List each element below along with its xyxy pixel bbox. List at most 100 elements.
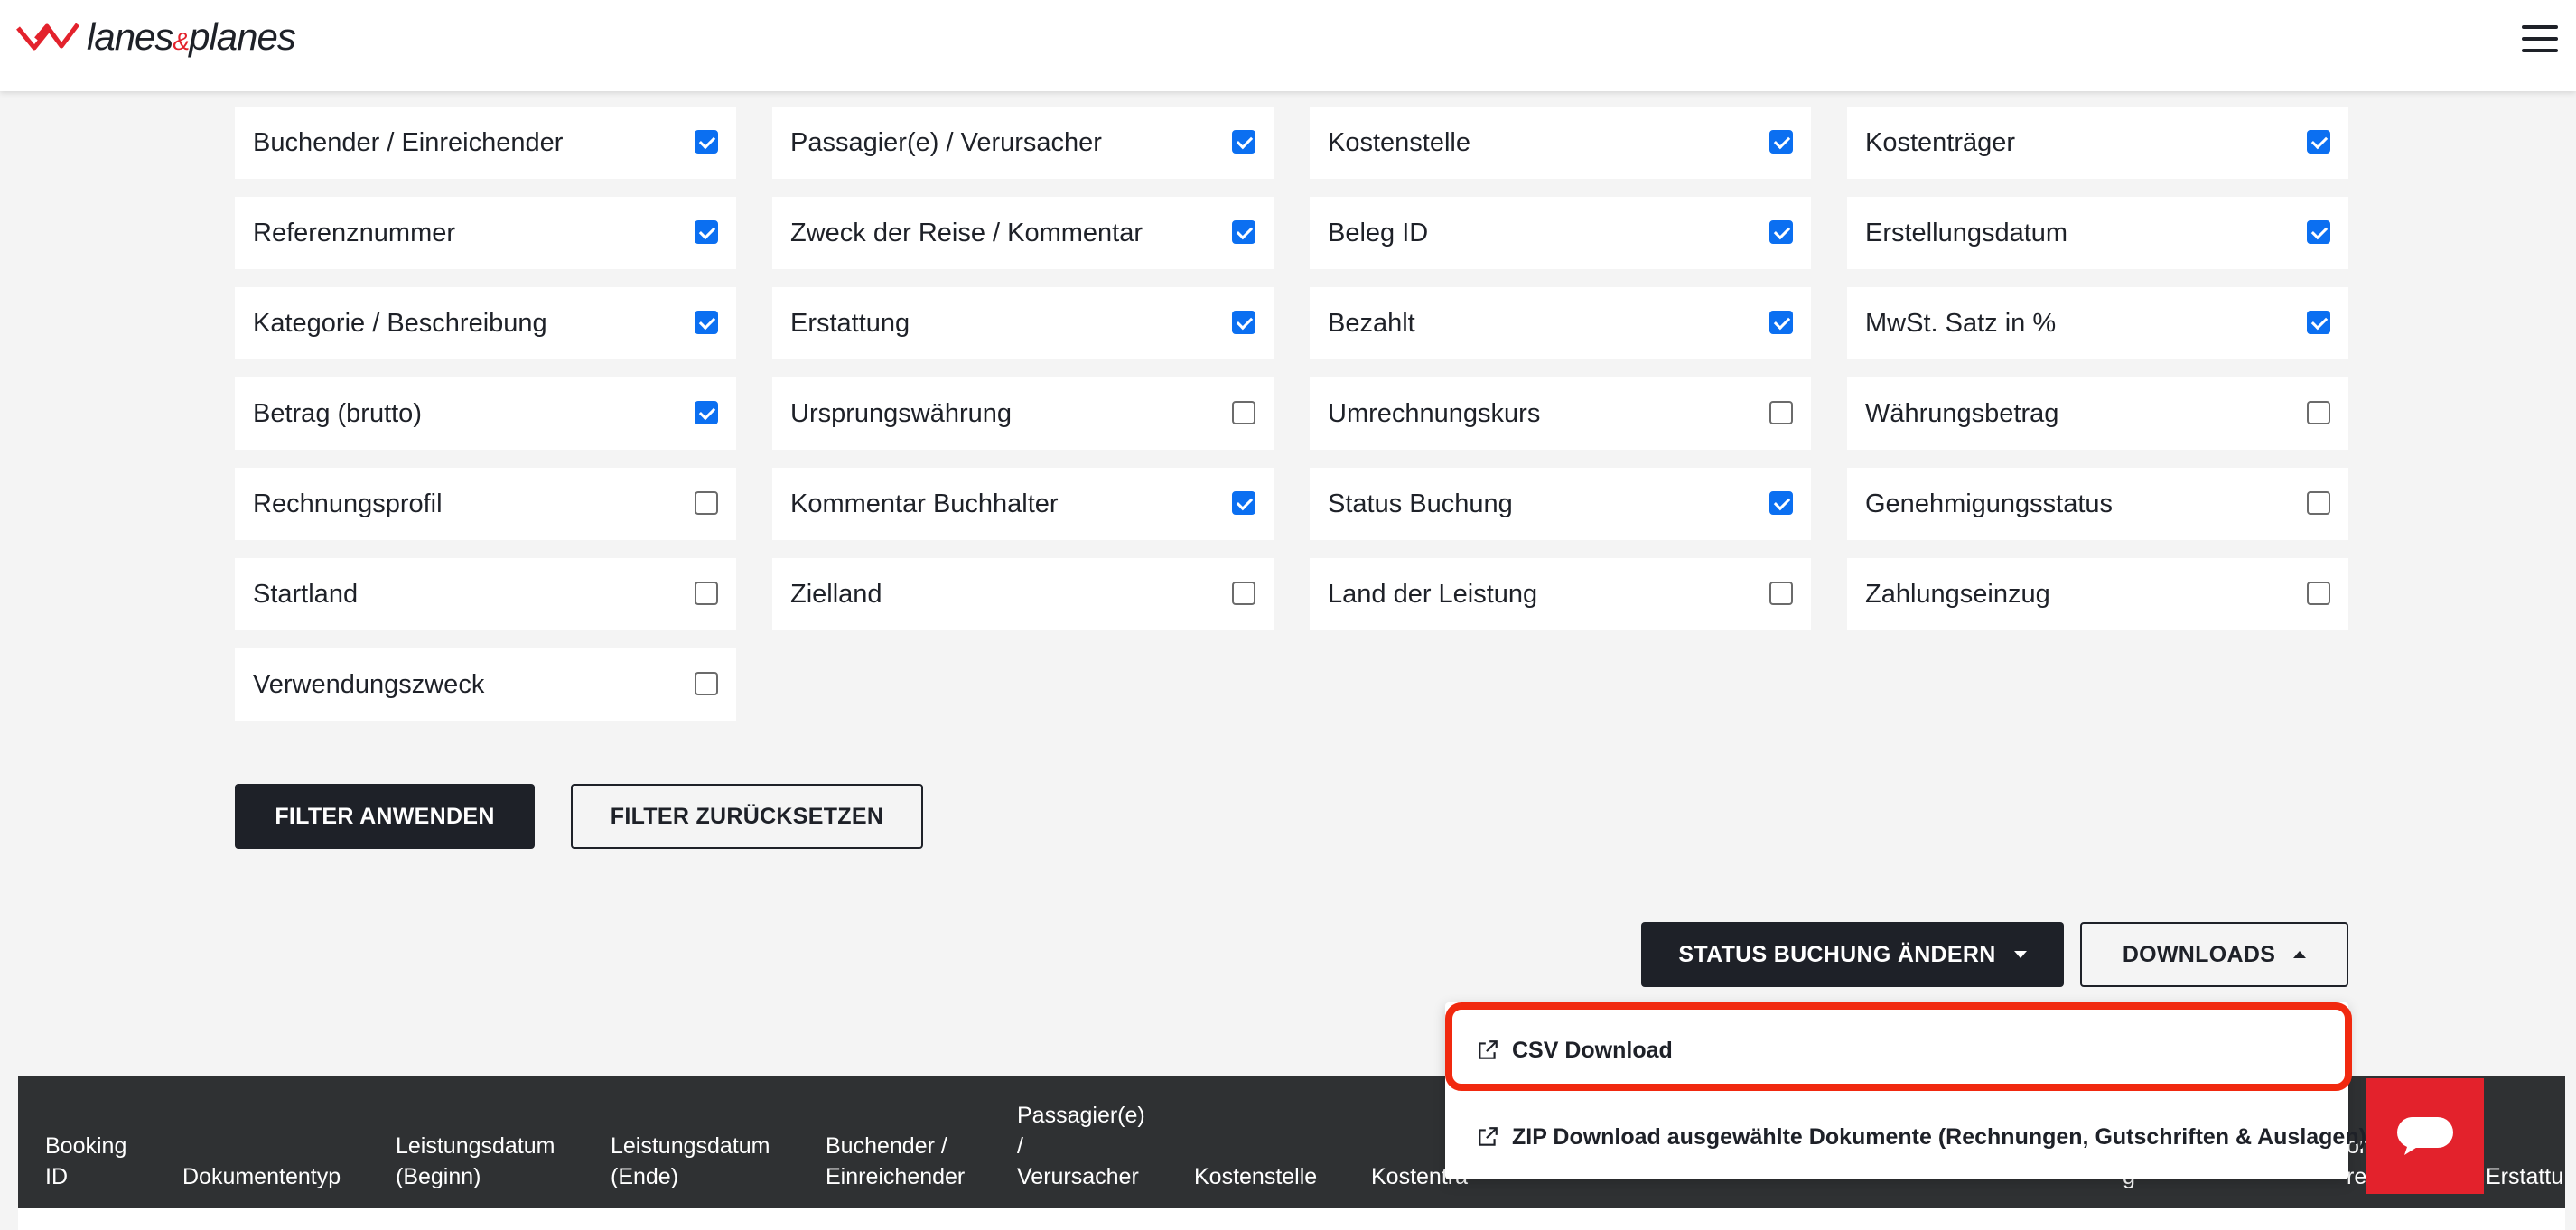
column-option-checkbox[interactable] (695, 672, 718, 695)
logo-wings-icon (16, 23, 79, 51)
column-header-dokumententyp[interactable]: Dokumententyp (182, 1161, 341, 1192)
column-header-buchender[interactable]: Buchender / Einreichender (826, 1131, 965, 1192)
external-link-icon (1476, 1125, 1499, 1149)
column-option-checkbox[interactable] (1232, 582, 1255, 605)
csv-download-label: CSV Download (1512, 1037, 1673, 1063)
downloads-dropdown-menu: CSV Download ZIP Download ausgewählte Do… (1445, 1002, 2366, 1179)
column-option-label: Rechnungsprofil (253, 489, 443, 518)
column-option-checkbox[interactable] (1769, 401, 1793, 424)
csv-download-menu-item[interactable]: CSV Download (1445, 1015, 2348, 1086)
caret-down-icon (2013, 951, 2027, 958)
column-option[interactable]: Status Buchung (1310, 468, 1811, 540)
column-header-booking-id[interactable]: Booking ID (45, 1131, 126, 1192)
column-option-label: Bezahlt (1328, 308, 1415, 338)
column-option-label: Startland (253, 579, 359, 609)
column-option-checkbox[interactable] (2307, 130, 2330, 154)
column-option[interactable]: Erstellungsdatum (1847, 197, 2348, 269)
column-option-label: Buchender / Einreichender (253, 127, 564, 157)
column-option-label: Kategorie / Beschreibung (253, 308, 547, 338)
column-option-label: Passagier(e) / Verursacher (790, 127, 1102, 157)
column-option[interactable]: Zielland (772, 558, 1274, 630)
column-option-label: Kostenträger (1865, 127, 2016, 157)
column-option-checkbox[interactable] (695, 401, 718, 424)
lanes-and-planes-logo[interactable]: lanes&planes (16, 13, 296, 61)
zip-download-menu-item[interactable]: ZIP Download ausgewählte Dokumente (Rech… (1445, 1102, 2366, 1172)
column-option-label: Status Buchung (1328, 489, 1513, 518)
column-option-label: Kommentar Buchhalter (790, 489, 1059, 518)
change-booking-status-label: STATUS BUCHUNG ÄNDERN (1678, 941, 1996, 967)
column-option[interactable]: Buchender / Einreichender (235, 107, 736, 179)
external-link-icon (1476, 1039, 1499, 1062)
column-header-leistungsdatum-ende[interactable]: Leistungsdatum (Ende) (611, 1131, 770, 1192)
reset-filter-button[interactable]: FILTER ZURÜCKSETZEN (571, 784, 923, 849)
downloads-button[interactable]: DOWNLOADS (2080, 922, 2348, 987)
column-option-label: Umrechnungskurs (1328, 398, 1541, 428)
column-option[interactable]: Währungsbetrag (1847, 377, 2348, 450)
column-option[interactable]: Kommentar Buchhalter (772, 468, 1274, 540)
column-option-checkbox[interactable] (1232, 311, 1255, 334)
column-option[interactable]: Kostenstelle (1310, 107, 1811, 179)
column-header-passagier[interactable]: Passagier(e) / Verursacher (1017, 1100, 1145, 1192)
column-header-kostenstelle[interactable]: Kostenstelle (1194, 1161, 1317, 1192)
caret-up-icon (2293, 951, 2307, 958)
hamburger-menu-icon[interactable] (2522, 25, 2558, 52)
apply-filter-button[interactable]: FILTER ANWENDEN (235, 784, 535, 849)
column-option-checkbox[interactable] (2307, 582, 2330, 605)
column-option[interactable]: Verwendungszweck (235, 648, 736, 721)
column-option[interactable]: Referenznummer (235, 197, 736, 269)
column-option-checkbox[interactable] (2307, 311, 2330, 334)
column-option-label: Zielland (790, 579, 882, 609)
column-option-checkbox[interactable] (695, 582, 718, 605)
column-option-label: Genehmigungsstatus (1865, 489, 2114, 518)
column-option-checkbox[interactable] (1769, 491, 1793, 515)
column-option-checkbox[interactable] (1232, 130, 1255, 154)
column-option-checkbox[interactable] (1769, 582, 1793, 605)
column-option-label: Beleg ID (1328, 218, 1429, 247)
column-option-checkbox[interactable] (2307, 491, 2330, 515)
column-option[interactable]: Zahlungseinzug (1847, 558, 2348, 630)
column-option-label: Zweck der Reise / Kommentar (790, 218, 1143, 247)
column-header-erstattung[interactable]: Erstattu (2486, 1161, 2563, 1192)
column-option[interactable]: MwSt. Satz in % (1847, 287, 2348, 359)
column-option-checkbox[interactable] (2307, 401, 2330, 424)
column-option[interactable]: Land der Leistung (1310, 558, 1811, 630)
column-option-checkbox[interactable] (1769, 130, 1793, 154)
column-header-leistungsdatum-beginn[interactable]: Leistungsdatum (Beginn) (396, 1131, 555, 1192)
column-option-checkbox[interactable] (1232, 491, 1255, 515)
top-navigation-bar: lanes&planes (0, 0, 2576, 91)
column-option-checkbox[interactable] (695, 311, 718, 334)
column-option[interactable]: Passagier(e) / Verursacher (772, 107, 1274, 179)
column-option-checkbox[interactable] (1769, 220, 1793, 244)
column-option[interactable]: Kostenträger (1847, 107, 2348, 179)
column-option-checkbox[interactable] (695, 491, 718, 515)
column-option-label: Erstellungsdatum (1865, 218, 2068, 247)
column-option[interactable]: Rechnungsprofil (235, 468, 736, 540)
column-option[interactable]: Zweck der Reise / Kommentar (772, 197, 1274, 269)
column-option-checkbox[interactable] (1232, 401, 1255, 424)
column-option[interactable]: Kategorie / Beschreibung (235, 287, 736, 359)
column-option[interactable]: Startland (235, 558, 736, 630)
column-option-label: Land der Leistung (1328, 579, 1538, 609)
logo-text: lanes&planes (87, 15, 296, 58)
column-option-checkbox[interactable] (695, 130, 718, 154)
column-option[interactable]: Ursprungswährung (772, 377, 1274, 450)
column-option[interactable]: Betrag (brutto) (235, 377, 736, 450)
chat-bubble-icon (2397, 1117, 2453, 1155)
column-option-checkbox[interactable] (2307, 220, 2330, 244)
column-option[interactable]: Erstattung (772, 287, 1274, 359)
column-option-checkbox[interactable] (695, 220, 718, 244)
column-option[interactable]: Beleg ID (1310, 197, 1811, 269)
downloads-label: DOWNLOADS (2122, 941, 2276, 967)
change-booking-status-button[interactable]: STATUS BUCHUNG ÄNDERN (1641, 922, 2064, 987)
column-option-label: Erstattung (790, 308, 910, 338)
zip-download-label: ZIP Download ausgewählte Dokumente (Rech… (1512, 1123, 2366, 1150)
column-option[interactable]: Bezahlt (1310, 287, 1811, 359)
column-option-checkbox[interactable] (1769, 311, 1793, 334)
column-option-label: MwSt. Satz in % (1865, 308, 2057, 338)
column-option[interactable]: Genehmigungsstatus (1847, 468, 2348, 540)
column-option[interactable]: Umrechnungskurs (1310, 377, 1811, 450)
table-body (18, 1208, 2565, 1230)
column-option-checkbox[interactable] (1232, 220, 1255, 244)
chat-widget-button[interactable] (2366, 1078, 2484, 1194)
column-option-label: Referenznummer (253, 218, 456, 247)
